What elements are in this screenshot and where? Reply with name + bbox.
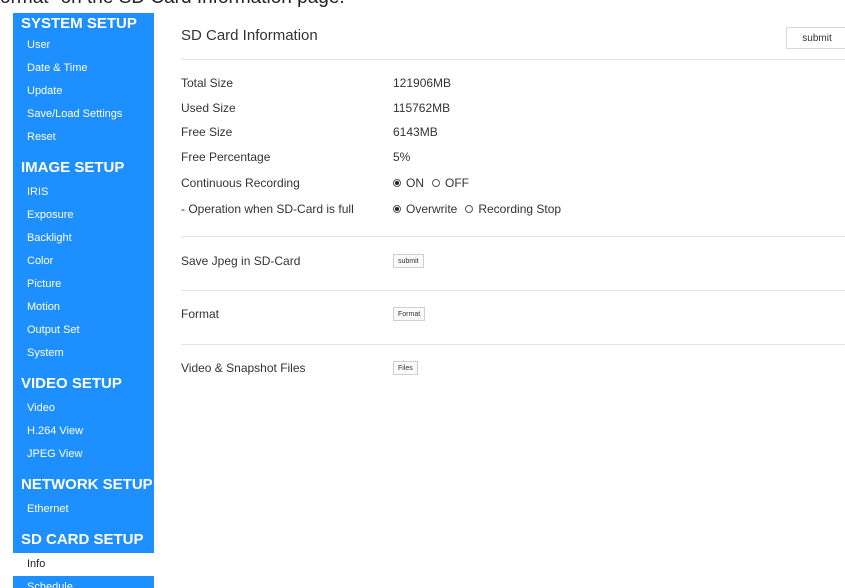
sidebar-item-reset[interactable]: Reset (13, 126, 154, 149)
free-size-label: Free Size (181, 125, 233, 139)
sidebar-item-video[interactable]: Video (13, 397, 154, 420)
divider (181, 290, 845, 291)
sidebar-item-motion[interactable]: Motion (13, 296, 154, 319)
sidebar-item-exposure[interactable]: Exposure (13, 204, 154, 227)
sidebar-item-jpeg-view[interactable]: JPEG View (13, 443, 154, 466)
format-label: Format (181, 307, 220, 321)
sidebar-item-backlight[interactable]: Backlight (13, 227, 154, 250)
sidebar-section-system-setup: SYSTEM SETUP (21, 15, 137, 32)
save-jpeg-label: Save Jpeg in SD-Card (181, 254, 301, 268)
page-title: SD Card Information (181, 27, 318, 44)
sidebar-item-update[interactable]: Update (13, 80, 154, 103)
radio-recording-stop-label[interactable]: Recording Stop (478, 202, 561, 216)
continuous-recording-label: Continuous Recording (181, 176, 300, 190)
sidebar-item-iris[interactable]: IRIS (13, 181, 154, 204)
save-jpeg-submit-button[interactable]: submit (393, 254, 424, 268)
submit-button[interactable]: submit (786, 27, 845, 49)
sidebar-section-video-setup: VIDEO SETUP (21, 375, 122, 392)
sidebar-item-user[interactable]: User (13, 34, 154, 57)
radio-overwrite-label[interactable]: Overwrite (406, 202, 457, 216)
radio-off-label[interactable]: OFF (445, 176, 469, 190)
divider (181, 344, 845, 345)
sd-full-operation-label: - Operation when SD-Card is full (181, 202, 354, 216)
free-percentage-label: Free Percentage (181, 150, 271, 164)
divider (181, 236, 845, 237)
format-button[interactable]: Format (393, 307, 426, 321)
free-percentage-value: 5% (393, 150, 411, 164)
sidebar-item-info[interactable]: Info (13, 553, 154, 576)
sd-full-operation-radio-group: Overwrite Recording Stop (393, 202, 561, 216)
radio-on-label[interactable]: ON (406, 176, 424, 190)
radio-recording-stop[interactable] (465, 205, 474, 213)
sidebar-item-system[interactable]: System (13, 342, 154, 365)
radio-overwrite[interactable] (393, 205, 401, 213)
sidebar-item-output-set[interactable]: Output Set (13, 319, 154, 342)
radio-on[interactable] (393, 179, 401, 187)
total-size-label: Total Size (181, 76, 234, 90)
sidebar-item-picture[interactable]: Picture (13, 273, 154, 296)
total-size-value: 121906MB (393, 76, 452, 90)
radio-off[interactable] (432, 179, 440, 187)
sidebar-section-image-setup: IMAGE SETUP (21, 159, 125, 176)
sidebar-item-date-time[interactable]: Date & Time (13, 57, 154, 80)
sidebar-item-ethernet[interactable]: Ethernet (13, 498, 154, 521)
divider (181, 59, 845, 60)
sidebar-item-h-264-view[interactable]: H.264 View (13, 420, 154, 443)
files-button[interactable]: Files (393, 361, 418, 375)
sidebar: SYSTEM SETUP User Date & Time Update Save/Lo… (13, 13, 154, 588)
sidebar-item-color[interactable]: Color (13, 250, 154, 273)
sidebar-item-save-load-settings[interactable]: Save/Load Settings (13, 103, 154, 126)
used-size-label: Used Size (181, 101, 236, 115)
continuous-recording-radio-group: ON OFF (393, 176, 469, 190)
files-label: Video & Snapshot Files (181, 361, 306, 375)
free-size-value: 6143MB (393, 125, 438, 139)
main-content: SD Card Information submit Total Size 12… (181, 0, 845, 588)
sidebar-item-schedule[interactable]: Schedule (13, 576, 154, 588)
sidebar-section-network-setup: NETWORK SETUP (21, 476, 153, 493)
sidebar-section-sd-card-setup: SD CARD SETUP (21, 531, 144, 548)
used-size-value: 115762MB (393, 101, 451, 115)
